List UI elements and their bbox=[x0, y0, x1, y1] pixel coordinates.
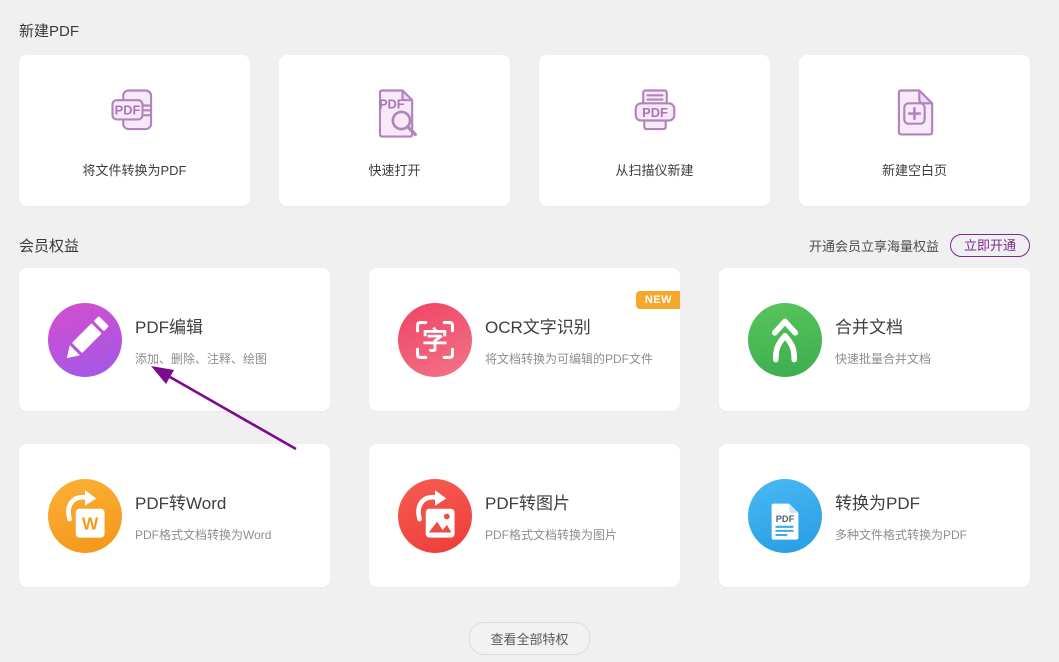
card-title: OCR文字识别 bbox=[485, 313, 653, 338]
benefits-section-title: 会员权益 bbox=[19, 235, 79, 256]
card-title: 转换为PDF bbox=[835, 489, 967, 514]
card-pdf-edit[interactable]: PDF编辑 添加、删除、注释、绘图 bbox=[19, 268, 330, 411]
pdf-to-image-icon bbox=[398, 479, 472, 553]
card-quick-open[interactable]: PDF 快速打开 bbox=[279, 55, 510, 206]
svg-text:PDF: PDF bbox=[114, 103, 140, 118]
pdf-edit-icon bbox=[48, 303, 122, 377]
card-pdf-to-image[interactable]: PDF转图片 PDF格式文档转换为图片 bbox=[369, 444, 680, 587]
card-subtitle: 添加、删除、注释、绘图 bbox=[135, 350, 267, 367]
card-ocr[interactable]: NEW 字 OCR文字识别 将文档转换为可编辑的PDF文件 bbox=[369, 268, 680, 411]
svg-text:PDF: PDF bbox=[378, 97, 404, 112]
card-title: PDF编辑 bbox=[135, 313, 267, 338]
convert-files-to-pdf-icon: PDF bbox=[105, 82, 165, 144]
card-text: PDF编辑 添加、删除、注释、绘图 bbox=[135, 313, 267, 367]
card-new-blank-page[interactable]: 新建空白页 bbox=[799, 55, 1030, 206]
merge-documents-icon bbox=[748, 303, 822, 377]
svg-text:字: 字 bbox=[422, 325, 448, 355]
svg-text:W: W bbox=[82, 513, 99, 533]
upgrade-now-button[interactable]: 立即开通 bbox=[950, 234, 1030, 257]
card-label: 新建空白页 bbox=[882, 160, 947, 179]
card-text: OCR文字识别 将文档转换为可编辑的PDF文件 bbox=[485, 313, 653, 367]
svg-text:PDF: PDF bbox=[642, 105, 668, 120]
convert-to-pdf-icon: PDF bbox=[748, 479, 822, 553]
benefits-card-grid: PDF编辑 添加、删除、注释、绘图 NEW 字 bbox=[19, 268, 1030, 587]
card-label: 从扫描仪新建 bbox=[615, 160, 693, 179]
card-subtitle: 快速批量合并文档 bbox=[835, 350, 931, 367]
card-title: PDF转Word bbox=[135, 489, 271, 514]
new-blank-page-icon bbox=[885, 82, 945, 144]
card-title: PDF转图片 bbox=[485, 489, 617, 514]
svg-text:PDF: PDF bbox=[776, 514, 795, 524]
card-subtitle: PDF格式文档转换为图片 bbox=[485, 526, 617, 543]
card-text: 转换为PDF 多种文件格式转换为PDF bbox=[835, 489, 967, 543]
footer: 查看全部特权 bbox=[0, 622, 1059, 655]
card-create-from-scanner[interactable]: PDF 从扫描仪新建 bbox=[539, 55, 770, 206]
card-subtitle: 多种文件格式转换为PDF bbox=[835, 526, 967, 543]
card-text: PDF转Word PDF格式文档转换为Word bbox=[135, 489, 271, 543]
card-subtitle: PDF格式文档转换为Word bbox=[135, 526, 271, 543]
new-pdf-section-title: 新建PDF bbox=[19, 20, 1059, 41]
card-convert-to-pdf[interactable]: PDF 转换为PDF 多种文件格式转换为PDF bbox=[719, 444, 1030, 587]
card-text: PDF转图片 PDF格式文档转换为图片 bbox=[485, 489, 617, 543]
pdf-to-word-icon: W bbox=[48, 479, 122, 553]
new-pdf-card-grid: PDF 将文件转换为PDF PDF 快速打开 bbox=[19, 55, 1030, 206]
card-text: 合并文档 快速批量合并文档 bbox=[835, 313, 931, 367]
card-subtitle: 将文档转换为可编辑的PDF文件 bbox=[485, 350, 653, 367]
view-all-privileges-button[interactable]: 查看全部特权 bbox=[469, 622, 589, 655]
promo-text: 开通会员立享海量权益 bbox=[809, 236, 939, 255]
card-label: 快速打开 bbox=[368, 160, 420, 179]
card-pdf-to-word[interactable]: W PDF转Word PDF格式文档转换为Word bbox=[19, 444, 330, 587]
ocr-icon: 字 bbox=[398, 303, 472, 377]
create-from-scanner-icon: PDF bbox=[625, 82, 685, 144]
card-convert-files-to-pdf[interactable]: PDF 将文件转换为PDF bbox=[19, 55, 250, 206]
card-merge-documents[interactable]: 合并文档 快速批量合并文档 bbox=[719, 268, 1030, 411]
benefits-header-row: 会员权益 开通会员立享海量权益 立即开通 bbox=[19, 233, 1030, 257]
home-panel: 新建PDF PDF 将文件转换为PDF PDF bbox=[0, 0, 1059, 662]
quick-open-icon: PDF bbox=[365, 82, 425, 144]
card-label: 将文件转换为PDF bbox=[82, 160, 186, 179]
card-title: 合并文档 bbox=[835, 313, 931, 338]
new-badge: NEW bbox=[636, 291, 680, 309]
